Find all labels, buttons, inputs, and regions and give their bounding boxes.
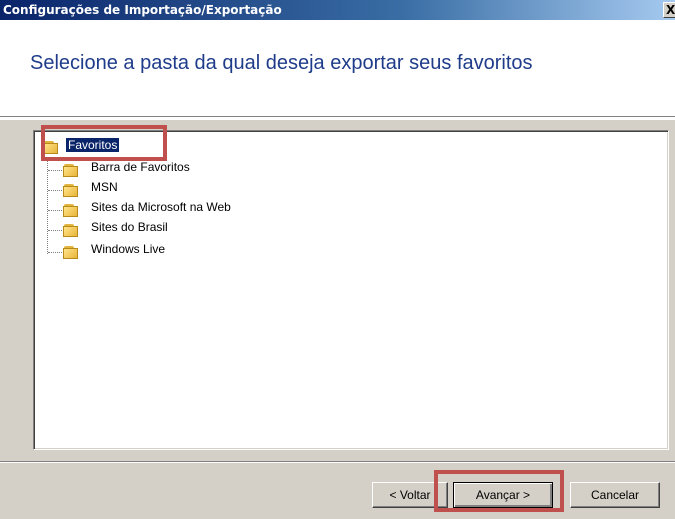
header-separator bbox=[0, 116, 675, 118]
window-title: Configurações de Importação/Exportação bbox=[3, 3, 282, 17]
tree-connector-h bbox=[48, 170, 62, 171]
highlight-box-favoritos bbox=[41, 125, 167, 161]
tree-node-label: Sites da Microsoft na Web bbox=[91, 200, 231, 214]
folder-icon bbox=[62, 244, 80, 260]
tree-connector-h bbox=[48, 210, 62, 211]
tree-node-label: Windows Live bbox=[91, 242, 166, 256]
tree-node-barra-de-favoritos[interactable]: Barra de Favoritos bbox=[62, 160, 282, 180]
highlight-box-next bbox=[434, 470, 564, 512]
folder-icon bbox=[62, 182, 80, 198]
tree-node-label: Barra de Favoritos bbox=[91, 160, 190, 174]
tree-node-sites-microsoft[interactable]: Sites da Microsoft na Web bbox=[62, 200, 302, 220]
folder-icon bbox=[62, 222, 80, 238]
tree-node-msn[interactable]: MSN bbox=[62, 180, 282, 200]
tree-node-label: Sites do Brasil bbox=[91, 220, 168, 234]
footer-separator bbox=[0, 461, 675, 463]
tree-connector-h bbox=[48, 252, 62, 253]
title-bar[interactable]: Configurações de Importação/Exportação X bbox=[0, 0, 675, 20]
page-heading: Selecione a pasta da qual deseja exporta… bbox=[30, 52, 533, 74]
folder-icon bbox=[62, 162, 80, 178]
tree-connector-h bbox=[48, 230, 62, 231]
tree-connector bbox=[47, 157, 48, 254]
folder-icon bbox=[62, 202, 80, 218]
tree-node-windows-live[interactable]: Windows Live bbox=[62, 242, 282, 262]
dialog-header: Selecione a pasta da qual deseja exporta… bbox=[0, 20, 675, 120]
tree-node-sites-do-brasil[interactable]: Sites do Brasil bbox=[62, 220, 282, 240]
tree-connector-h bbox=[48, 190, 62, 191]
close-button[interactable]: X bbox=[663, 2, 675, 18]
tree-node-label: MSN bbox=[91, 180, 118, 194]
cancel-button[interactable]: Cancelar bbox=[570, 482, 660, 508]
